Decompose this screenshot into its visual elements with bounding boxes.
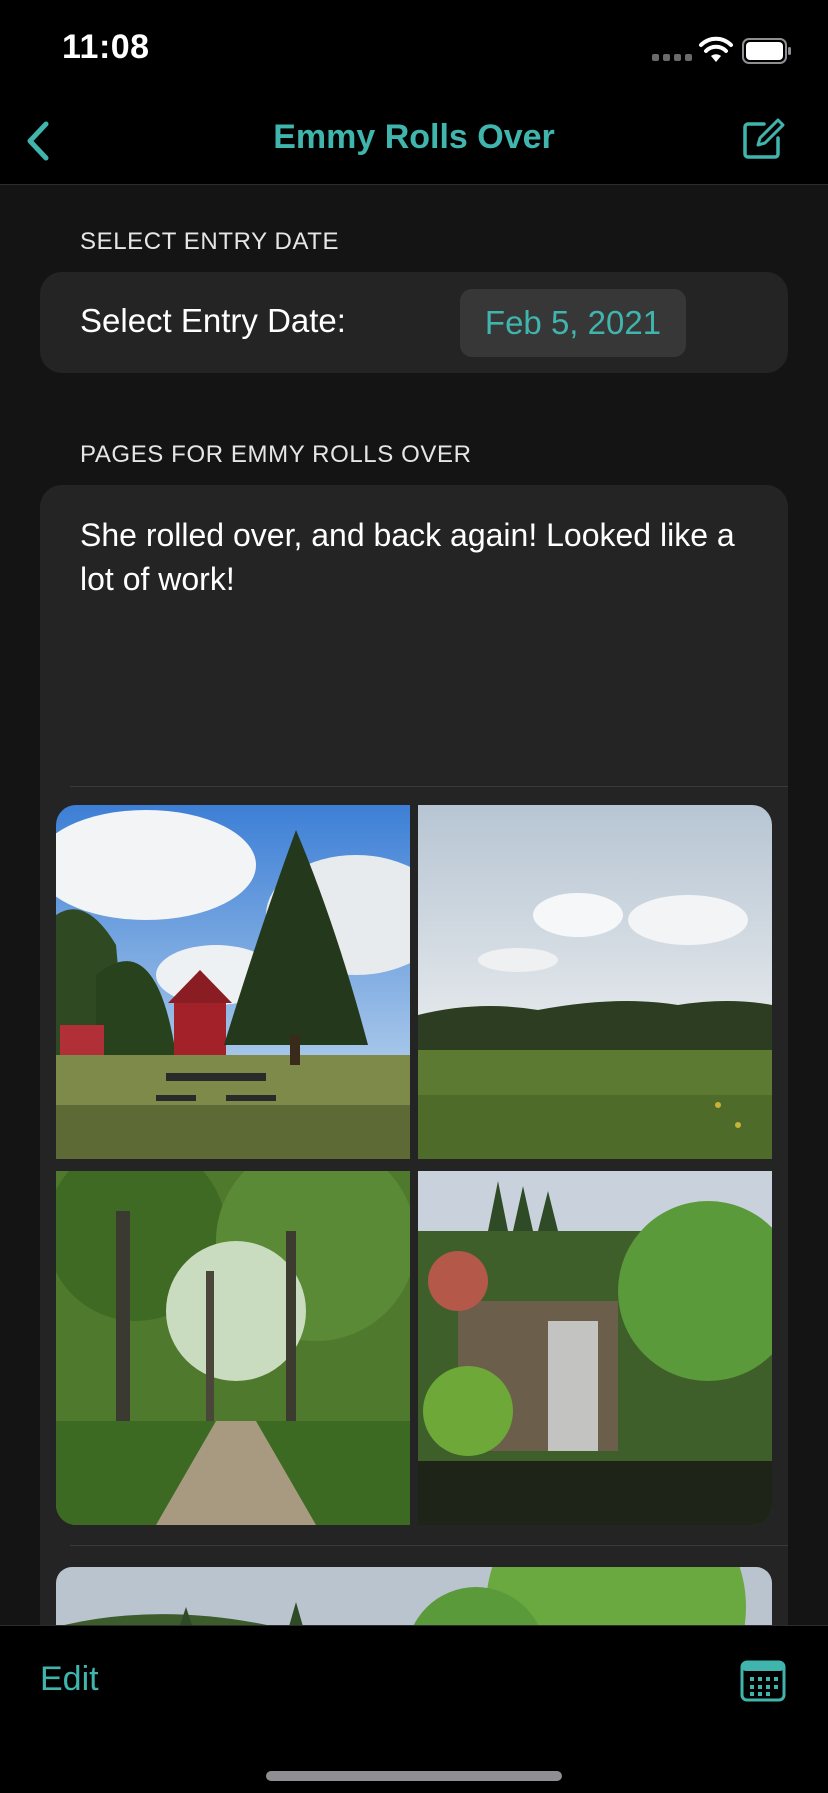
status-time: 11:08 <box>62 28 150 66</box>
date-picker-button[interactable]: Feb 5, 2021 <box>460 289 686 357</box>
garden-photo-partial[interactable] <box>56 1567 772 1625</box>
waterfall-garden-photo[interactable] <box>418 1171 772 1525</box>
date-section-header: SELECT ENTRY DATE <box>80 228 340 255</box>
barn-and-tree-photo[interactable] <box>56 805 410 1159</box>
card-divider <box>70 786 788 787</box>
date-card: Select Entry Date: Feb 5, 2021 <box>40 272 788 373</box>
card-divider-2 <box>70 1545 788 1546</box>
meadow-sky-photo[interactable] <box>418 805 772 1159</box>
cellular-signal-icon <box>652 54 692 61</box>
forest-path-photo[interactable] <box>56 1171 410 1525</box>
pages-section-header: PAGES FOR EMMY ROLLS OVER <box>80 441 472 468</box>
home-indicator <box>266 1771 562 1781</box>
battery-icon <box>742 38 791 64</box>
edit-button[interactable]: Edit <box>40 1660 99 1699</box>
entry-text[interactable]: She rolled over, and back again! Looked … <box>80 513 750 601</box>
compose-icon[interactable] <box>740 116 786 162</box>
pages-card: She rolled over, and back again! Looked … <box>40 485 788 1625</box>
wifi-icon <box>699 36 733 62</box>
entry-form[interactable]: SELECT ENTRY DATE Select Entry Date: Feb… <box>0 185 828 1625</box>
date-label: Select Entry Date: <box>80 302 346 339</box>
bottom-toolbar: Edit <box>0 1625 828 1793</box>
calendar-icon[interactable] <box>740 1658 786 1702</box>
page-title: Emmy Rolls Over <box>273 118 555 156</box>
